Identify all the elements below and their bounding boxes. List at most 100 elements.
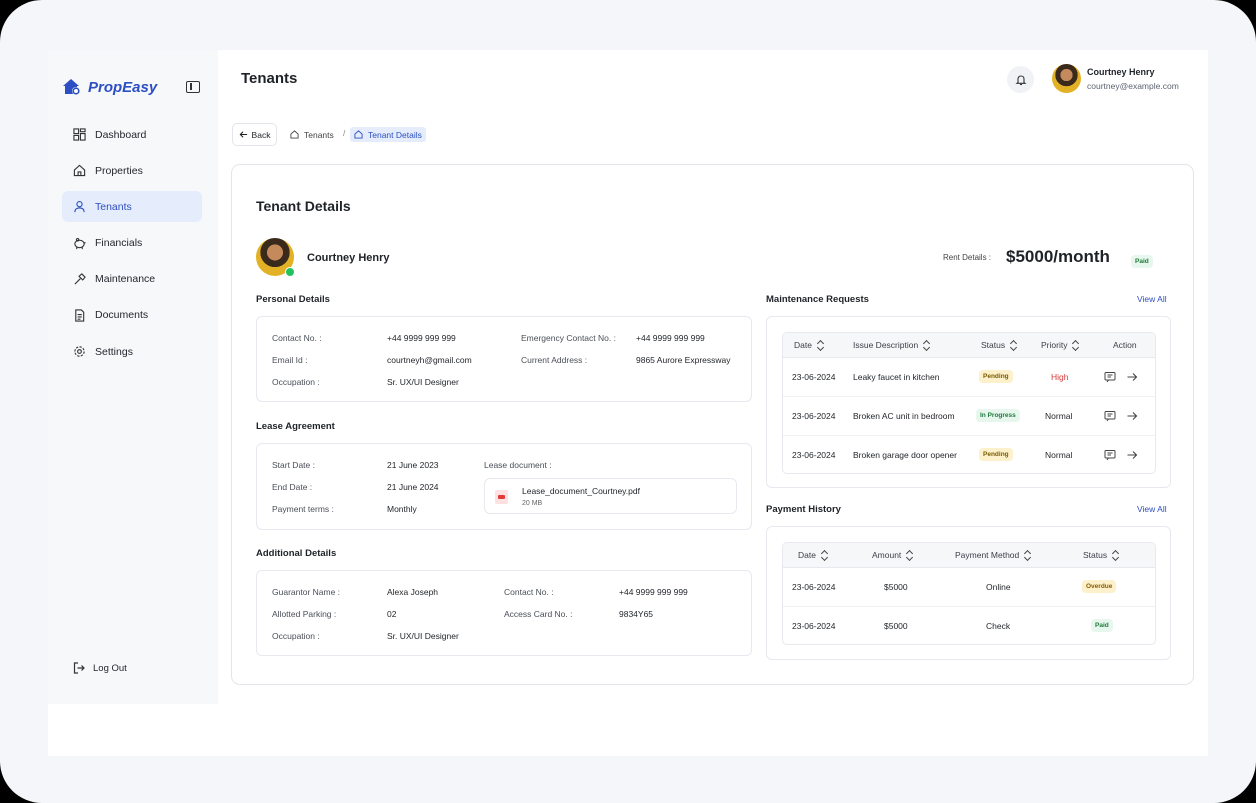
table-row[interactable]: 23-06-2024 $5000 Online Overdue xyxy=(783,568,1155,607)
column-header-amount[interactable]: Amount xyxy=(872,550,913,560)
row-issue: Broken AC unit in bedroom xyxy=(853,411,955,421)
column-label: Priority xyxy=(1041,340,1068,350)
end-date-label: End Date : xyxy=(272,482,313,492)
row-issue: Leaky faucet in kitchen xyxy=(853,372,940,382)
sidebar-item-label: Properties xyxy=(95,164,143,177)
guarantor-contact-label: Contact No. : xyxy=(504,587,554,597)
app-window: PropEasy Dashboard Properties Tenants Fi… xyxy=(48,50,1208,756)
document-icon xyxy=(75,309,85,322)
notification-button[interactable] xyxy=(1007,66,1034,93)
breadcrumb-tenant-details[interactable]: Tenant Details xyxy=(350,127,426,142)
home-icon xyxy=(354,130,363,139)
tenant-name: Courtney Henry xyxy=(307,252,390,264)
priority-value: Normal xyxy=(1045,411,1073,421)
maintenance-box: Date Issue Description Status Priority A… xyxy=(766,316,1171,488)
column-label: Status xyxy=(981,340,1006,350)
table-row[interactable]: 23-06-2024 Leaky faucet in kitchen Pendi… xyxy=(783,358,1155,397)
breadcrumb-label: Tenant Details xyxy=(368,129,422,140)
sidebar-item-label: Financials xyxy=(95,237,143,250)
status-badge: In Progress xyxy=(976,409,1020,422)
sidebar-item-label: Documents xyxy=(95,309,149,322)
document-name: Lease_document_Courtney.pdf xyxy=(522,486,640,496)
table-row[interactable]: 23-06-2024 Broken AC unit in bedroom In … xyxy=(783,397,1155,436)
column-header-status[interactable]: Status xyxy=(981,340,1017,350)
page-title: Tenants xyxy=(241,70,298,87)
row-issue: Broken garage door opener xyxy=(853,450,957,460)
card-title: Tenant Details xyxy=(256,198,351,214)
brand-logo[interactable]: PropEasy xyxy=(62,77,157,97)
access-card-label: Access Card No. : xyxy=(504,609,573,619)
arrow-right-icon[interactable] xyxy=(1126,371,1138,383)
column-header-payment-method[interactable]: Payment Method xyxy=(955,550,1031,560)
column-label: Issue Description xyxy=(853,340,919,350)
column-header-priority[interactable]: Priority xyxy=(1041,340,1079,350)
address-value: 9865 Aurore Expressway xyxy=(636,355,731,365)
comment-icon[interactable] xyxy=(1104,371,1116,383)
breadcrumb-tenants[interactable]: Tenants xyxy=(286,127,338,142)
user-avatar[interactable] xyxy=(1052,64,1081,93)
lease-document-file[interactable]: Lease_document_Courtney.pdf 20 MB xyxy=(484,478,737,514)
home-icon xyxy=(73,164,86,177)
sidebar-collapse-icon[interactable] xyxy=(186,81,200,93)
column-header-status[interactable]: Status xyxy=(1083,550,1119,560)
online-status-dot xyxy=(285,267,295,277)
sort-icon xyxy=(818,340,824,350)
column-header-issue[interactable]: Issue Description xyxy=(853,340,930,350)
sort-icon xyxy=(924,340,930,350)
arrow-right-icon[interactable] xyxy=(1126,449,1138,461)
rent-status-badge: Paid xyxy=(1131,255,1153,268)
sidebar-item-tenants[interactable]: Tenants xyxy=(62,191,202,223)
sort-icon xyxy=(1113,550,1119,560)
priority-value: High xyxy=(1051,372,1069,382)
maintenance-requests-title: Maintenance Requests xyxy=(766,294,869,305)
maintenance-view-all-link[interactable]: View All xyxy=(1137,294,1167,304)
arrow-right-icon[interactable] xyxy=(1126,410,1138,422)
breadcrumb-separator: / xyxy=(343,128,346,138)
comment-icon[interactable] xyxy=(1104,449,1116,461)
end-date-value: 21 June 2024 xyxy=(387,482,439,492)
personal-details-title: Personal Details xyxy=(256,294,330,305)
guarantor-label: Guarantor Name : xyxy=(272,587,341,597)
user-icon xyxy=(74,201,85,213)
document-size: 20 MB xyxy=(522,500,543,507)
back-button[interactable]: Back xyxy=(232,123,277,146)
status-badge: Overdue xyxy=(1082,580,1117,593)
status-badge: Pending xyxy=(979,448,1013,461)
sidebar-item-label: Settings xyxy=(95,345,133,358)
device-frame: PropEasy Dashboard Properties Tenants Fi… xyxy=(0,0,1256,803)
sidebar-item-maintenance[interactable]: Maintenance xyxy=(62,264,202,295)
occupation-value: Sr. UX/UI Designer xyxy=(387,377,459,387)
bell-icon xyxy=(1014,74,1027,85)
piggy-bank-icon xyxy=(74,237,86,249)
occupation-label: Occupation : xyxy=(272,631,320,641)
logout-button[interactable]: Log Out xyxy=(73,662,127,674)
sidebar-item-dashboard[interactable]: Dashboard xyxy=(62,119,202,150)
column-label: Status xyxy=(1083,550,1108,560)
additional-details-title: Additional Details xyxy=(256,548,337,559)
column-header-action: Action xyxy=(1113,340,1137,350)
payment-history-title: Payment History xyxy=(766,504,841,515)
column-header-date[interactable]: Date xyxy=(794,340,824,350)
row-method: Online xyxy=(986,582,1011,592)
sidebar-item-properties[interactable]: Properties xyxy=(62,155,202,186)
sidebar-item-label: Dashboard xyxy=(95,128,147,141)
occupation-label: Occupation : xyxy=(272,377,320,387)
column-label: Action xyxy=(1113,340,1137,350)
table-row[interactable]: 23-06-2024 Broken garage door opener Pen… xyxy=(783,436,1155,473)
column-header-date[interactable]: Date xyxy=(798,550,828,560)
sidebar-item-documents[interactable]: Documents xyxy=(62,300,202,331)
sidebar-item-financials[interactable]: Financials xyxy=(62,228,202,259)
logout-label: Log Out xyxy=(93,662,127,674)
row-date: 23-06-2024 xyxy=(792,372,836,382)
table-row[interactable]: 23-06-2024 $5000 Check Paid xyxy=(783,607,1155,644)
row-method: Check xyxy=(986,621,1011,631)
rent-label: Rent Details : xyxy=(943,253,992,262)
row-date: 23-06-2024 xyxy=(792,582,836,592)
comment-icon[interactable] xyxy=(1104,410,1116,422)
payment-view-all-link[interactable]: View All xyxy=(1137,504,1167,514)
sort-icon xyxy=(822,550,828,560)
row-amount: $5000 xyxy=(884,621,908,631)
arrow-left-icon xyxy=(239,131,247,138)
row-date: 23-06-2024 xyxy=(792,411,836,421)
sidebar-item-settings[interactable]: Settings xyxy=(62,336,202,367)
